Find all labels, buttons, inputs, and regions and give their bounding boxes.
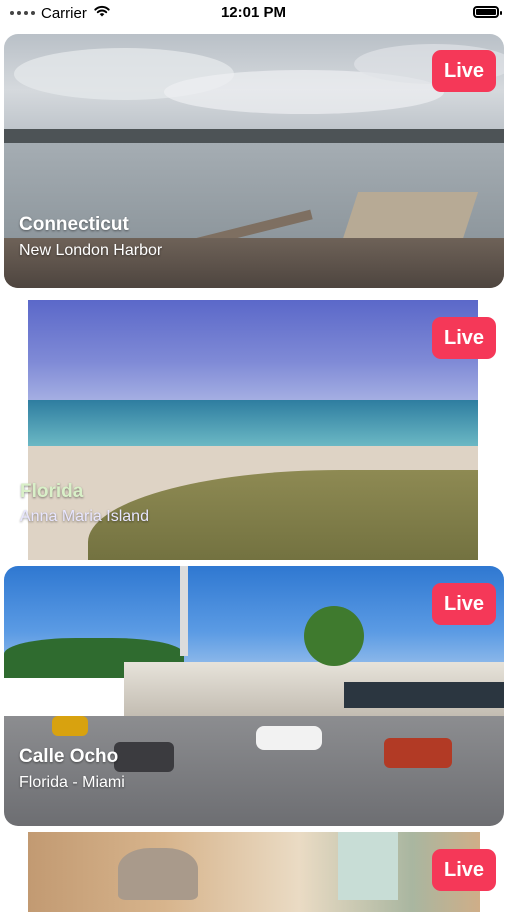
- tower: [180, 566, 188, 656]
- camera-card-calle-ocho[interactable]: Calle Ocho Florida - Miami Live: [4, 566, 504, 826]
- live-badge[interactable]: Live: [432, 583, 496, 625]
- window-glass: [338, 832, 398, 900]
- white-car: [256, 726, 322, 750]
- status-bar: Carrier 12:01 PM: [0, 0, 507, 28]
- live-badge[interactable]: Live: [432, 849, 496, 891]
- camera-title: Connecticut: [19, 214, 129, 235]
- yellow-car: [52, 716, 88, 736]
- palm-tree: [304, 606, 364, 666]
- camera-location-florida: Anna Maria Island: [20, 508, 149, 525]
- rock: [118, 848, 198, 900]
- live-badge[interactable]: Live: [432, 317, 496, 359]
- battery-icon: [473, 6, 502, 18]
- beach-sky: [28, 300, 478, 402]
- live-badge[interactable]: Live: [432, 50, 496, 92]
- status-time: 12:01 PM: [220, 4, 287, 21]
- camera-location: New London Harbor: [19, 242, 163, 259]
- camera-title: Calle Ocho: [19, 746, 119, 767]
- beach-sea: [28, 400, 478, 446]
- awnings: [344, 682, 504, 708]
- shoreline: [4, 129, 504, 143]
- red-car: [384, 738, 452, 768]
- dark-car: [114, 742, 174, 772]
- camera-thumbnail: [28, 832, 480, 912]
- camera-card-connecticut[interactable]: Connecticut New London Harbor Live: [4, 34, 504, 288]
- clouds-graphic: [14, 44, 504, 114]
- camera-card-partial[interactable]: [28, 832, 480, 912]
- camera-title-florida: Florida: [20, 481, 84, 502]
- camera-location: Florida - Miami: [19, 774, 125, 791]
